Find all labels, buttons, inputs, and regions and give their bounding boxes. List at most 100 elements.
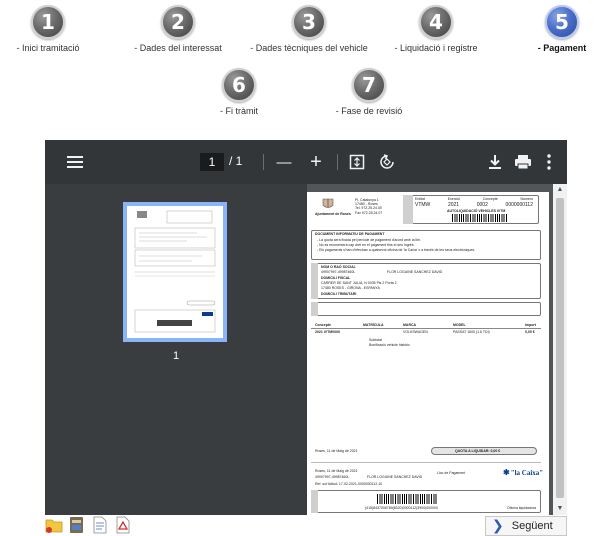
fields-values: VTMW 2021 0002 0000000112 bbox=[415, 202, 533, 208]
domicili-tributari-label: DOMICILI TRIBUTARI bbox=[321, 292, 357, 296]
row-marca: VOLKSWAGEN bbox=[403, 330, 428, 334]
file-text-icon[interactable] bbox=[91, 516, 109, 534]
header-barcode bbox=[452, 214, 507, 222]
field-header-entitat: Entitat bbox=[415, 197, 425, 201]
field-header-exercici: Exercici bbox=[447, 197, 460, 201]
document-area: Ajuntament de Roses Pl. Catalunya 1 1748… bbox=[307, 184, 567, 515]
step-4[interactable]: 4 - Liquidació i registre bbox=[371, 5, 501, 53]
scroll-down-icon[interactable]: ▼ bbox=[553, 503, 567, 515]
toolbar-divider bbox=[263, 154, 264, 170]
step-label-7: - Fase de revisió bbox=[335, 106, 403, 116]
toolbar-divider bbox=[337, 154, 338, 170]
section-title: DOCUMENT INFORMATIU DE PAGAMENT bbox=[315, 232, 385, 236]
la-caixa-logo: ✱ "la Caixa" bbox=[503, 468, 543, 477]
col-concepte: Concepte bbox=[315, 323, 331, 327]
progress-steps: 1 - Inici tramitació 2 - Dades del inter… bbox=[0, 0, 595, 125]
document-scrollbar[interactable]: ▲ ▼ bbox=[553, 184, 567, 515]
ref-line: Ref. sol·licitud: 17-02-2021-0000000112-… bbox=[315, 482, 383, 486]
domicili-fiscal-label: DOMICILI FISCAL bbox=[321, 276, 351, 280]
step-circle-4: 4 bbox=[419, 5, 453, 39]
pdf-page: Ajuntament de Roses Pl. Catalunya 1 1748… bbox=[307, 192, 549, 515]
cut-line bbox=[311, 462, 541, 463]
page-thumbnail[interactable] bbox=[123, 202, 227, 342]
step-circle-7: 7 bbox=[352, 68, 386, 102]
step-7[interactable]: 7 - Fase de revisió bbox=[304, 68, 434, 116]
field-value-numero: 0000000112 bbox=[505, 202, 533, 208]
step-2[interactable]: 2 - Dades del interessat bbox=[113, 5, 243, 53]
pdf-icon[interactable] bbox=[114, 516, 132, 534]
barcode-text: (415)8437006789(8020)0000112(3900)000000 bbox=[365, 506, 438, 510]
star-icon: ✱ bbox=[503, 468, 510, 477]
coat-of-arms-icon bbox=[322, 198, 334, 208]
next-button[interactable]: ❯ Següent bbox=[485, 516, 567, 536]
subject-nif: 49907997-49987460L bbox=[321, 270, 356, 274]
step-3[interactable]: 3 - Dades tècniques del vehicle bbox=[244, 5, 374, 53]
total-label: QUOTA A LIQUIDAR: 0,00 € bbox=[455, 448, 501, 453]
scroll-up-icon[interactable]: ▲ bbox=[553, 184, 567, 196]
nom-label: NOM O RAÓ SOCIAL bbox=[321, 265, 356, 269]
thumbnail-preview bbox=[134, 210, 216, 333]
step-circle-5: 5 bbox=[545, 5, 579, 39]
pdf-toolbar: 1 / 1 — + bbox=[45, 140, 567, 184]
col-import: Import bbox=[525, 323, 536, 327]
objecte-tab bbox=[311, 302, 318, 316]
col-model: MODEL bbox=[453, 323, 466, 327]
fields-header: Entitat Exercici Concepte Número bbox=[415, 197, 533, 201]
stub-name: FLOR LOGUINE SANCHEZ DAVID bbox=[367, 475, 423, 479]
row-import: 0,00 € bbox=[525, 330, 535, 334]
rotate-icon[interactable] bbox=[377, 152, 397, 172]
col-marca: MARCA bbox=[403, 323, 417, 327]
info-bullet-1: - La quota serà fixada pel període de pa… bbox=[317, 238, 421, 242]
step-label-4: - Liquidació i registre bbox=[394, 43, 478, 53]
thumbnail-sidebar: 1 bbox=[45, 184, 307, 515]
office-label: Oficina liquidadora bbox=[507, 506, 536, 510]
step-circle-2: 2 bbox=[161, 5, 195, 39]
page-total: / 1 bbox=[229, 154, 243, 168]
subject-city: 17480 ROSES - GIRONA - ESPANYA bbox=[321, 286, 380, 290]
step-circle-1: 1 bbox=[31, 5, 65, 39]
field-value-entitat: VTMW bbox=[415, 202, 431, 208]
payment-place: Lloc de Pagament bbox=[437, 471, 466, 475]
next-button-label: Següent bbox=[511, 520, 553, 532]
stub-nif: 49907997-49987460L bbox=[315, 475, 350, 479]
pdf-viewer: 1 / 1 — + 1 Ajuntament de Roses Pl. Cata… bbox=[45, 140, 567, 515]
codi-tab bbox=[311, 490, 318, 513]
step-circle-3: 3 bbox=[292, 5, 326, 39]
more-vert-icon[interactable] bbox=[539, 152, 559, 172]
print-icon[interactable] bbox=[513, 152, 533, 172]
document-edit-icon[interactable] bbox=[68, 516, 86, 534]
col-matricula: MATRÍCULA bbox=[363, 323, 384, 327]
page-number-input[interactable]: 1 bbox=[200, 153, 224, 171]
step-circle-6: 6 bbox=[222, 68, 256, 102]
field-header-numero: Número bbox=[520, 197, 533, 201]
download-icon[interactable] bbox=[485, 152, 505, 172]
info-bullet-2: - No es reconeixerà cap dret en el pagam… bbox=[317, 243, 415, 247]
bottom-toolbar bbox=[45, 516, 132, 536]
table-divider bbox=[311, 328, 541, 329]
step-label-2: - Dades del interessat bbox=[134, 43, 222, 53]
bank-name: "la Caixa" bbox=[510, 468, 544, 477]
zoom-in-button[interactable]: + bbox=[306, 151, 326, 173]
scrollbar-thumb[interactable] bbox=[556, 198, 564, 498]
subject-street: CARRER DE SANT JULIÀ, N 0035 Pis 2 Porta… bbox=[321, 281, 397, 285]
thumbnail-page-number: 1 bbox=[172, 350, 180, 362]
sub-row-2: Bonificació vehicle històric bbox=[369, 343, 410, 347]
date-place: Roses, 11 de Maig de 2021 bbox=[315, 449, 358, 453]
objecte-box bbox=[311, 302, 541, 316]
fit-page-icon[interactable] bbox=[347, 152, 367, 172]
step-5[interactable]: 5 - Pagament bbox=[497, 5, 595, 53]
field-value-exercici: 2021 bbox=[447, 202, 460, 208]
subject-tab bbox=[311, 263, 318, 299]
step-label-6: - Fi tràmit bbox=[220, 106, 258, 116]
sub-row-1: Subtotal bbox=[369, 338, 382, 342]
side-tab bbox=[403, 195, 413, 224]
zoom-out-button[interactable]: — bbox=[274, 152, 294, 172]
menu-icon[interactable] bbox=[65, 152, 85, 172]
folder-icon[interactable] bbox=[45, 516, 63, 534]
date-place-2: Roses, 11 de Maig de 2021 bbox=[315, 469, 358, 473]
liquidacio-title: AUTOLIQUIDACIÓ VEHICLES IVTM bbox=[447, 209, 506, 213]
step-1[interactable]: 1 - Inici tramitació bbox=[0, 5, 113, 53]
step-label-5: - Pagament bbox=[537, 43, 587, 53]
step-6[interactable]: 6 - Fi tràmit bbox=[174, 68, 304, 116]
subject-name: FLOR LOGUINE SANCHEZ DAVID bbox=[387, 270, 443, 274]
